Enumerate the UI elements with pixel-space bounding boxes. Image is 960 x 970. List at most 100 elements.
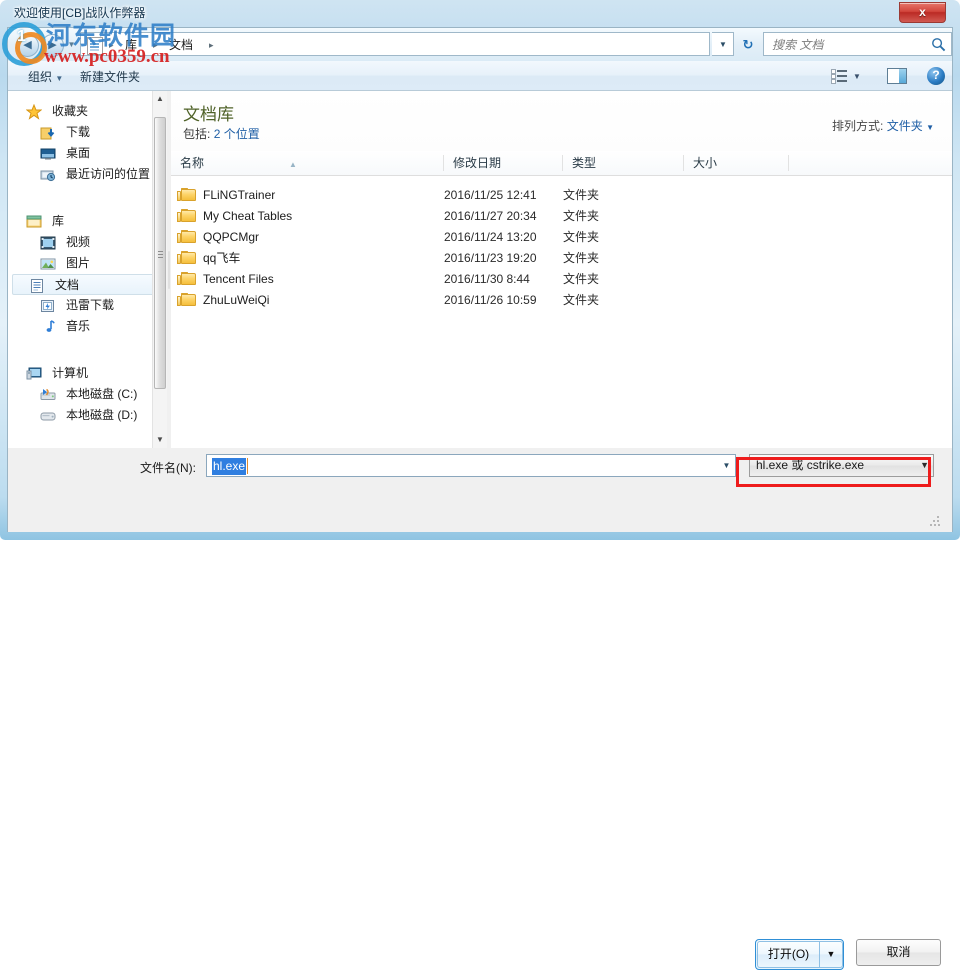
file-type: 文件夹 [563,251,600,265]
music-icon [46,320,55,332]
sidebar-item-documents[interactable]: 文档 [12,274,157,295]
navigation-pane: 收藏夹 下载 桌面 最近访问的位置 库 视频 图片 文档 迅雷下载 音乐 计算机… [8,91,166,448]
column-header-type[interactable]: 类型 [563,151,684,175]
column-header-date[interactable]: 修改日期 [444,151,563,175]
scroll-up-icon[interactable]: ▲ [153,91,167,107]
address-dropdown-button[interactable]: ▼ [712,32,734,56]
drive-icon [40,412,56,421]
search-box[interactable]: 搜索 文档 [763,32,952,56]
file-type: 文件夹 [563,230,600,244]
table-row[interactable]: ZhuLuWeiQi 2016/11/26 10:59 文件夹 [171,290,952,311]
forward-button[interactable]: ▶ [41,34,64,57]
filename-dropdown-button[interactable]: ▼ [718,454,736,477]
library-icon [87,37,103,55]
file-type: 文件夹 [563,188,600,202]
refresh-button[interactable]: ↻ [735,32,761,58]
pictures-icon [40,258,56,270]
file-name: My Cheat Tables [203,209,293,223]
sidebar-group-label: 收藏夹 [52,104,89,118]
forward-arrow-icon: ▶ [48,39,57,51]
sidebar-item-label: 文档 [55,278,80,292]
title-bar[interactable]: 欢迎使用[CB]战队作弊器 x [0,0,960,27]
address-bar-row: ◀ ▶ ▼ ▸ 库 ▸ 文档 ▸ ▼ ↻ 搜索 文档 [8,28,952,61]
file-name: qq飞车 [203,251,241,265]
library-locations-link[interactable]: 2 个位置 [214,127,260,141]
open-split-button[interactable]: 打开(O) ▼ [755,939,844,970]
sidebar-scrollbar[interactable]: ▲ ▼ [152,91,167,448]
cancel-button[interactable]: 取消 [856,939,941,966]
organize-button[interactable]: 组织 ▼ [28,68,63,85]
file-name: ZhuLuWeiQi [203,293,270,307]
breadcrumb-separator-2: ▸ [209,40,214,50]
scroll-down-icon[interactable]: ▼ [153,432,167,448]
preview-pane-icon[interactable] [887,68,907,84]
filename-input[interactable]: hl.exe [206,454,735,477]
text-caret [247,458,248,474]
resize-grip[interactable] [930,516,940,526]
library-locations: 包括: 2 个位置 [183,125,260,142]
arrange-by-control[interactable]: 排列方式: 文件夹 ▼ [832,117,934,134]
breadcrumb-item-1[interactable]: 文档 [169,33,193,57]
help-icon[interactable]: ? [927,67,945,85]
close-icon: x [919,5,926,19]
computer-icon [26,367,42,380]
view-options-icon[interactable] [830,68,847,84]
open-dropdown-icon[interactable]: ▼ [819,941,843,968]
system-drive-icon [40,388,56,400]
table-row[interactable]: My Cheat Tables 2016/11/27 20:34 文件夹 [171,206,952,227]
command-bar: 组织 ▼ 新建文件夹 ▼ ? [8,61,952,91]
sidebar-scrollbar-thumb[interactable] [154,117,166,389]
back-button[interactable]: ◀ [16,34,39,57]
library-locations-prefix: 包括: [183,127,211,141]
organize-label: 组织 [28,70,53,84]
new-folder-button[interactable]: 新建文件夹 [80,68,140,85]
file-type: 文件夹 [563,293,600,307]
chevron-down-icon: ▼ [722,461,731,470]
sidebar-item-label: 桌面 [66,146,91,160]
folder-icon [177,251,197,265]
column-label: 大小 [693,156,718,170]
file-open-dialog: 欢迎使用[CB]战队作弊器 x ◀ ▶ ▼ ▸ 库 ▸ 文档 ▸ ▼ ↻ 搜索 … [0,0,960,970]
filename-value: hl.exe [212,458,247,475]
column-header-name[interactable]: 名称 ▲ [171,151,444,175]
folder-icon [177,209,197,223]
desktop-icon [40,148,56,160]
sidebar-item-label: 本地磁盘 (D:) [66,408,138,422]
libraries-icon [26,215,42,228]
breadcrumb-bar[interactable]: ▸ 库 ▸ 文档 ▸ [80,32,710,56]
table-row[interactable]: qq飞车 2016/11/23 19:20 文件夹 [171,248,952,269]
chevron-down-icon: ▼ [55,74,64,83]
sidebar-item-label: 音乐 [66,319,91,333]
arrange-by-value: 文件夹 [886,119,923,133]
close-button[interactable]: x [899,2,946,23]
table-row[interactable]: QQPCMgr 2016/11/24 13:20 文件夹 [171,227,952,248]
column-header-row: 名称 ▲ 修改日期 类型 大小 [171,151,952,176]
breadcrumb-item-0[interactable]: 库 [125,33,137,57]
folder-icon [177,293,197,307]
refresh-icon: ↻ [742,37,754,52]
chevron-down-icon: ▼ [719,40,727,49]
documents-icon [31,279,43,293]
page-title: 文档库 [183,105,234,124]
table-row[interactable]: FLiNGTrainer 2016/11/25 12:41 文件夹 [171,185,952,206]
file-date: 2016/11/24 13:20 [444,230,537,244]
search-placeholder: 搜索 文档 [772,38,824,52]
arrange-by-label: 排列方式: [832,119,884,133]
file-name: FLiNGTrainer [203,188,276,202]
sidebar-item-label: 视频 [66,235,91,249]
file-name: Tencent Files [203,272,274,286]
sidebar-item-label: 图片 [66,256,91,270]
folder-icon [177,230,197,244]
history-dropdown-icon[interactable]: ▼ [66,39,77,50]
view-options-caret-icon[interactable]: ▼ [853,72,861,81]
window-title: 欢迎使用[CB]战队作弊器 [14,6,146,20]
open-button[interactable]: 打开(O) [757,941,819,968]
table-row[interactable]: Tencent Files 2016/11/30 8:44 文件夹 [171,269,952,290]
column-label: 类型 [572,156,597,170]
new-folder-label: 新建文件夹 [80,70,141,84]
file-date: 2016/11/27 20:34 [444,209,537,223]
recent-places-icon [40,170,56,182]
star-icon [26,104,42,120]
column-header-size[interactable]: 大小 [684,151,789,175]
column-label: 名称 [180,156,205,170]
